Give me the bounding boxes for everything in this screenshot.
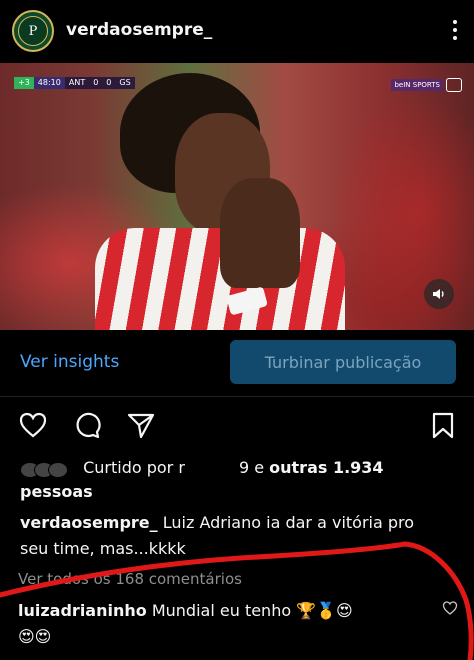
comment-like-heart-icon[interactable] xyxy=(442,600,458,616)
post-username[interactable]: verdaosempre_ xyxy=(66,20,212,40)
likes-prefix: Curtido por xyxy=(83,458,174,477)
comment-icon[interactable] xyxy=(72,410,102,440)
caption-text: Luiz Adriano ia dar a vitória pro xyxy=(162,513,415,532)
home-score: 0 xyxy=(93,78,99,87)
broadcaster-name: beIN SPORTS xyxy=(391,79,443,91)
liker-name-end[interactable]: 9 xyxy=(239,458,249,477)
player-hands xyxy=(220,178,300,288)
away-team: GS xyxy=(119,78,131,87)
bookmark-icon[interactable] xyxy=(428,410,458,440)
boost-post-button[interactable]: Turbinar publicação xyxy=(230,340,456,384)
reels-icon xyxy=(446,78,462,92)
comment-username[interactable]: luizadrianinho xyxy=(18,601,147,620)
match-scorebar: +3 48:10 ANT 0 0 GS xyxy=(14,77,135,89)
likes-summary[interactable]: Curtido por r 9 e outras 1.934 pessoas xyxy=(20,456,460,504)
top-comment: luizadrianinho Mundial eu tenho 🏆🥇😍 😍😍 xyxy=(18,598,428,650)
redacted-liker-name xyxy=(184,461,239,476)
likes-suffix[interactable]: pessoas xyxy=(20,482,93,501)
liker-avatars xyxy=(20,461,78,478)
likes-joiner: e xyxy=(249,458,270,477)
heart-icon[interactable] xyxy=(18,410,48,440)
view-all-comments-link[interactable]: Ver todos os 168 comentários xyxy=(18,570,242,588)
speaker-icon xyxy=(433,289,444,299)
home-team: ANT xyxy=(68,78,86,87)
view-insights-link[interactable]: Ver insights xyxy=(20,352,119,372)
comment-text: Mundial eu tenho 🏆🥇😍 xyxy=(151,601,353,620)
post-caption: verdaosempre_ Luiz Adriano ia dar a vitó… xyxy=(20,510,460,562)
palmeiras-logo-icon: P xyxy=(18,16,48,46)
post-header: P verdaosempre_ xyxy=(0,0,474,62)
away-score: 0 xyxy=(106,78,112,87)
sound-toggle-button[interactable] xyxy=(424,279,454,309)
likes-others-count[interactable]: outras 1.934 xyxy=(269,458,383,477)
match-clock: 48:10 xyxy=(33,77,65,89)
post-actions xyxy=(0,406,474,446)
broadcaster-logo: beIN SPORTS xyxy=(391,77,462,93)
caption-username[interactable]: verdaosempre_ xyxy=(20,513,158,532)
profile-avatar[interactable]: P xyxy=(12,10,54,52)
live-indicator: +3 xyxy=(14,77,34,89)
share-icon[interactable] xyxy=(126,410,156,440)
caption-text-line2: seu time, mas...kkkk xyxy=(20,539,186,558)
comment-text-line2: 😍😍 xyxy=(18,627,52,646)
liker-name-start[interactable]: r xyxy=(178,458,185,477)
post-video[interactable]: +3 48:10 ANT 0 0 GS beIN SPORTS xyxy=(0,63,474,330)
more-options-icon[interactable] xyxy=(452,20,458,42)
